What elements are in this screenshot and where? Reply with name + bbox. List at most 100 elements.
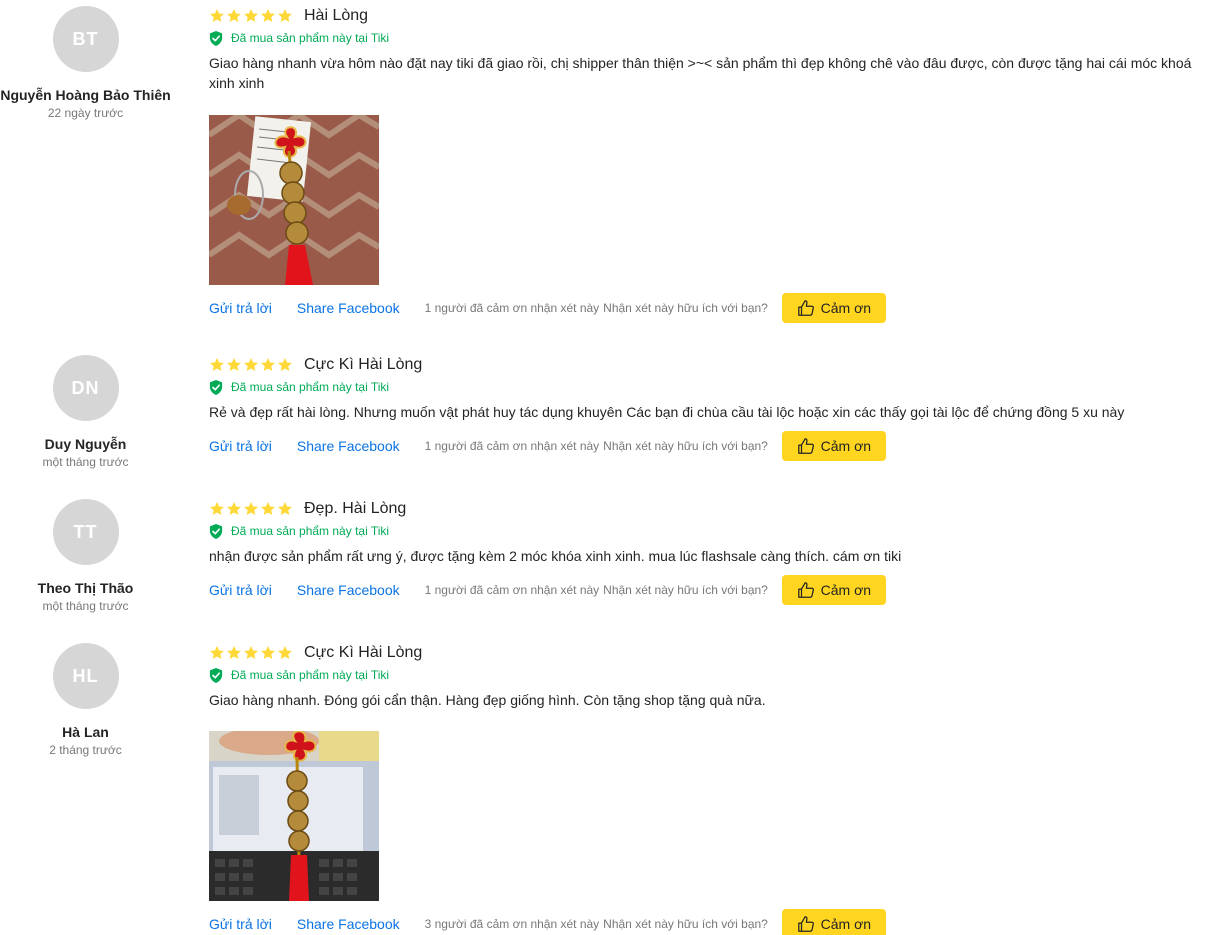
star-icon [227, 646, 241, 659]
helpful-question: Nhận xét này hữu ích với bạn? [603, 917, 768, 931]
thanks-button[interactable]: Cảm ơn [781, 575, 886, 605]
star-icon [227, 9, 241, 22]
reviewer-name: Nguyễn Hoàng Bảo Thiên [0, 87, 171, 103]
review-header: Hài Lòng [209, 6, 1214, 26]
star-icon [210, 502, 224, 515]
review-text: Giao hàng nhanh vừa hôm nào đặt nay tiki… [209, 55, 1192, 91]
verified-label: Đã mua sản phẩm này tại Tiki [231, 524, 390, 538]
review-actions: Gửi trả lời Share Facebook 1 người đã cả… [209, 293, 1214, 323]
rating-stars [209, 645, 293, 661]
thanks-button[interactable]: Cảm ơn [781, 293, 886, 323]
review-content: Đẹp. Hài Lòng Đã mua sản phẩm này tại Ti… [209, 499, 1214, 605]
review-actions: Gửi trả lời Share Facebook 1 người đã cả… [209, 431, 1214, 461]
shield-check-icon [209, 30, 223, 46]
rating-stars [209, 501, 293, 517]
review-header: Cực Kì Hài Lòng [209, 355, 1214, 375]
reply-link[interactable]: Gửi trả lời [209, 438, 272, 454]
rating-stars [209, 8, 293, 24]
review-actions: Gửi trả lời Share Facebook 1 người đã cả… [209, 575, 1214, 605]
verified-purchase: Đã mua sản phẩm này tại Tiki [209, 379, 1214, 395]
review-title: Cực Kì Hài Lòng [304, 644, 423, 661]
review-time: một tháng trước [42, 455, 129, 469]
thanks-count: 3 người đã cảm ơn nhận xét này [424, 917, 600, 931]
star-icon [278, 502, 292, 515]
review-text: Rẻ và đẹp rất hài lòng. Nhưng muốn vật p… [209, 404, 1125, 420]
verified-purchase: Đã mua sản phẩm này tại Tiki [209, 667, 1214, 683]
star-icon [227, 502, 241, 515]
reviewer-name: Duy Nguyễn [44, 436, 127, 452]
verified-purchase: Đã mua sản phẩm này tại Tiki [209, 30, 1214, 46]
star-icon [261, 502, 275, 515]
thanks-label: Cảm ơn [820, 300, 872, 316]
thumbs-up-icon [797, 438, 814, 454]
reply-link[interactable]: Gửi trả lời [209, 582, 272, 598]
star-icon [278, 646, 292, 659]
thanks-count: 1 người đã cảm ơn nhận xét này [424, 439, 600, 453]
review-photo[interactable] [209, 731, 379, 901]
thanks-label: Cảm ơn [820, 582, 872, 598]
review-title: Hài Lòng [304, 7, 369, 24]
share-facebook-link[interactable]: Share Facebook [297, 582, 400, 598]
review-time: một tháng trước [42, 599, 129, 613]
reply-link[interactable]: Gửi trả lời [209, 916, 272, 932]
reviewer-name: Hà Lan [62, 724, 109, 740]
avatar: DN [52, 355, 119, 421]
reply-link[interactable]: Gửi trả lời [209, 300, 272, 316]
reviewer-name: Theo Thị Thão [37, 580, 134, 596]
review-content: Cực Kì Hài Lòng Đã mua sản phẩm này tại … [209, 355, 1214, 461]
verified-label: Đã mua sản phẩm này tại Tiki [231, 668, 390, 682]
thumbs-up-icon [797, 300, 814, 316]
review-title: Đẹp. Hài Lòng [304, 500, 407, 517]
star-icon [261, 9, 275, 22]
review-content: Hài Lòng Đã mua sản phẩm này tại Tiki Gi… [209, 6, 1214, 323]
rating-stars [209, 357, 293, 373]
verified-label: Đã mua sản phẩm này tại Tiki [231, 380, 390, 394]
thanks-label: Cảm ơn [820, 916, 872, 932]
share-facebook-link[interactable]: Share Facebook [297, 300, 400, 316]
thumbs-up-icon [797, 916, 814, 932]
thanks-button[interactable]: Cảm ơn [781, 909, 886, 935]
star-icon [210, 646, 224, 659]
star-icon [278, 9, 292, 22]
reviewer-info: DN Duy Nguyễn một tháng trước [0, 355, 171, 469]
verified-label: Đã mua sản phẩm này tại Tiki [231, 31, 390, 45]
shield-check-icon [209, 667, 223, 683]
review-content: Cực Kì Hài Lòng Đã mua sản phẩm này tại … [209, 643, 1214, 935]
review-time: 22 ngày trước [47, 106, 124, 120]
avatar: HL [52, 643, 119, 709]
verified-purchase: Đã mua sản phẩm này tại Tiki [209, 523, 1214, 539]
thanks-count: 1 người đã cảm ơn nhận xét này [424, 583, 600, 597]
review-actions: Gửi trả lời Share Facebook 3 người đã cả… [209, 909, 1214, 935]
share-facebook-link[interactable]: Share Facebook [297, 438, 400, 454]
reviewer-info: TT Theo Thị Thão một tháng trước [0, 499, 171, 613]
star-icon [210, 358, 224, 371]
star-icon [244, 646, 258, 659]
star-icon [210, 9, 224, 22]
star-icon [244, 358, 258, 371]
review-header: Cực Kì Hài Lòng [209, 643, 1214, 663]
thumbs-up-icon [797, 582, 814, 598]
share-facebook-link[interactable]: Share Facebook [297, 916, 400, 932]
review-title: Cực Kì Hài Lòng [304, 356, 423, 373]
star-icon [261, 646, 275, 659]
thanks-button[interactable]: Cảm ơn [781, 431, 886, 461]
star-icon [227, 358, 241, 371]
review-text: nhận được sản phẩm rất ưng ý, được tặng … [209, 548, 902, 564]
review-photo[interactable] [209, 115, 379, 285]
reviewer-info: HL Hà Lan 2 tháng trước [0, 643, 171, 757]
star-icon [261, 358, 275, 371]
avatar: BT [52, 6, 119, 72]
review-time: 2 tháng trước [49, 743, 122, 757]
shield-check-icon [209, 379, 223, 395]
thanks-count: 1 người đã cảm ơn nhận xét này [424, 301, 600, 315]
shield-check-icon [209, 523, 223, 539]
avatar: TT [52, 499, 119, 565]
reviewer-info: BT Nguyễn Hoàng Bảo Thiên 22 ngày trước [0, 6, 171, 120]
star-icon [244, 502, 258, 515]
thanks-label: Cảm ơn [820, 438, 872, 454]
star-icon [278, 358, 292, 371]
review-header: Đẹp. Hài Lòng [209, 499, 1214, 519]
helpful-question: Nhận xét này hữu ích với bạn? [603, 301, 768, 315]
star-icon [244, 9, 258, 22]
helpful-question: Nhận xét này hữu ích với bạn? [603, 583, 768, 597]
